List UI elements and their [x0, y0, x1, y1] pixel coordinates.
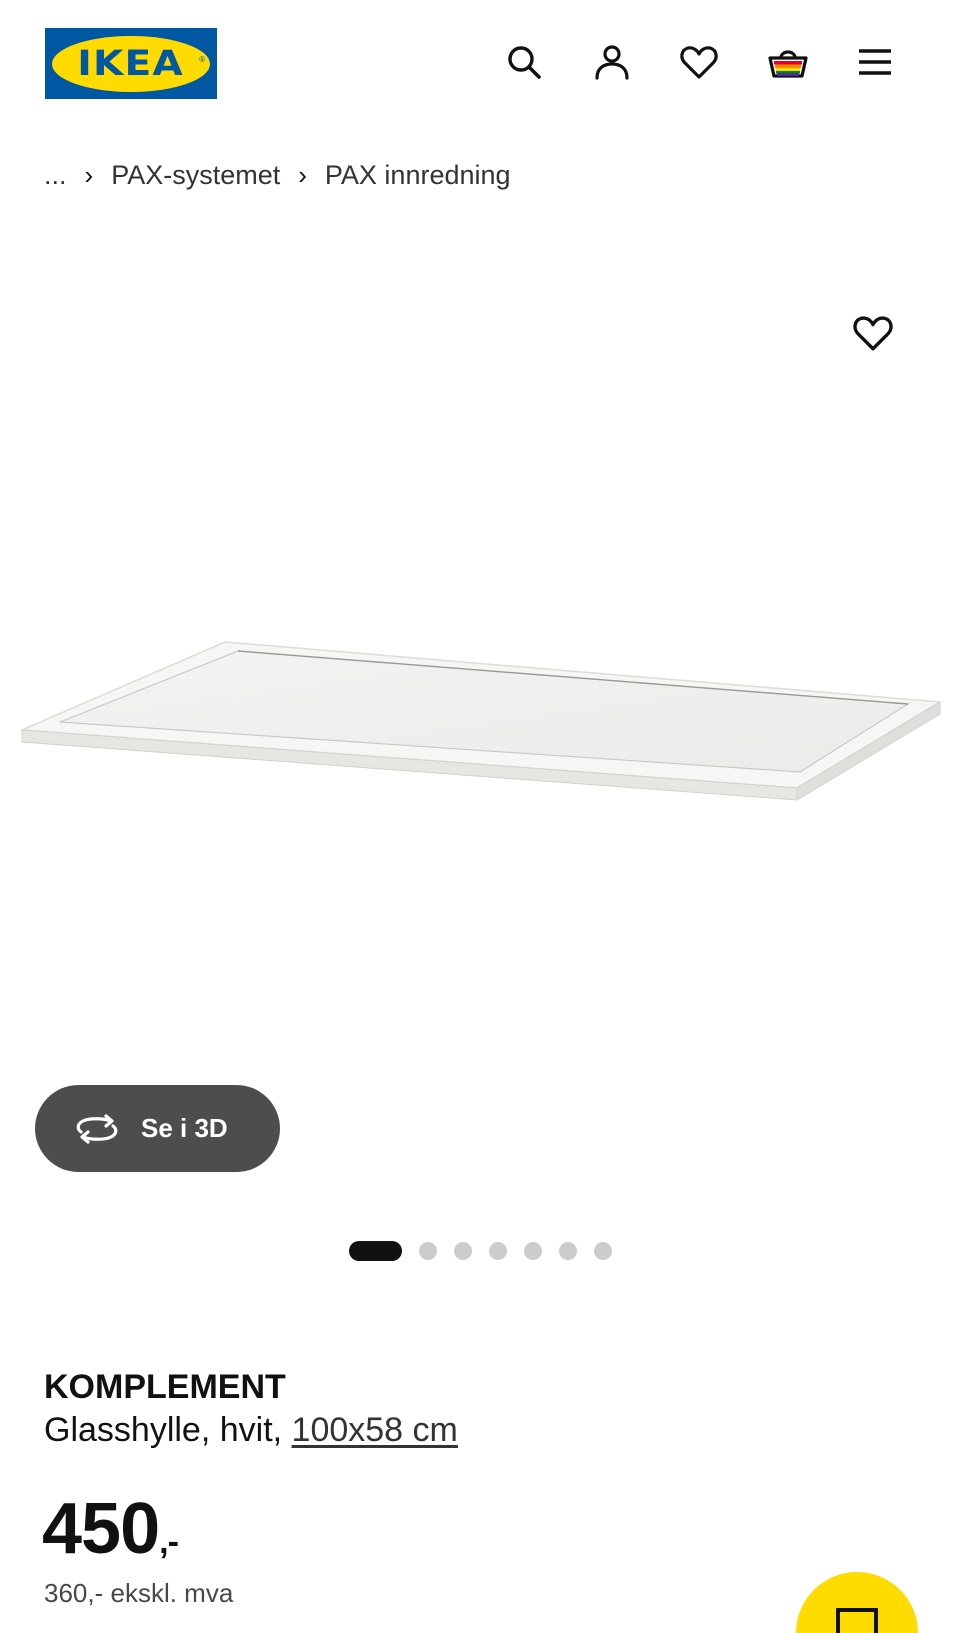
image-carousel-indicator [349, 1241, 629, 1261]
heart-icon[interactable] [677, 40, 721, 84]
price-value: 450 [42, 1489, 160, 1569]
product-size-link[interactable]: 100x58 cm [292, 1411, 458, 1449]
ikea-logo[interactable]: IKEA ® [45, 28, 217, 99]
carousel-dot-5[interactable] [524, 1242, 542, 1260]
product-brand: KOMPLEMENT [44, 1368, 286, 1406]
breadcrumb-ellipsis[interactable]: ... [44, 160, 67, 191]
product-image-glass-shelf[interactable] [0, 620, 960, 820]
price-excl-vat: 360,- ekskl. mva [44, 1578, 234, 1608]
chevron-right-icon: › [84, 159, 94, 190]
user-icon[interactable] [590, 40, 634, 84]
carousel-dot-1[interactable] [349, 1241, 402, 1261]
breadcrumb: ... › PAX-systemet › PAX innredning [44, 157, 511, 193]
rotate-3d-icon [76, 1113, 118, 1144]
logo-text: IKEA [77, 43, 185, 84]
product-price: 450,- [42, 1488, 179, 1570]
carousel-dot-2[interactable] [419, 1242, 437, 1260]
fab-icon [836, 1608, 878, 1633]
favourite-heart-icon[interactable] [850, 310, 896, 356]
carousel-dot-6[interactable] [559, 1242, 577, 1260]
search-icon[interactable] [502, 40, 546, 84]
carousel-dot-3[interactable] [454, 1242, 472, 1260]
product-type: Glasshylle, hvit, [44, 1411, 283, 1449]
product-description: Glasshylle, hvit, 100x58 cm [44, 1411, 458, 1450]
view-3d-button[interactable]: Se i 3D [35, 1085, 280, 1172]
logo-registered-mark: ® [199, 55, 205, 64]
price-suffix: ,- [159, 1523, 179, 1561]
carousel-dot-7[interactable] [594, 1242, 612, 1260]
site-header: IKEA ® [0, 0, 960, 130]
floating-action-button[interactable] [796, 1572, 918, 1633]
menu-icon[interactable] [853, 40, 897, 84]
view-3d-label: Se i 3D [141, 1113, 228, 1143]
chevron-right-icon: › [298, 159, 307, 190]
carousel-dot-4[interactable] [489, 1242, 507, 1260]
breadcrumb-pax-innredning[interactable]: PAX innredning [325, 160, 511, 191]
logo-oval: IKEA [52, 35, 210, 92]
breadcrumb-pax-systemet[interactable]: PAX-systemet [111, 160, 280, 191]
basket-icon[interactable] [766, 40, 810, 84]
